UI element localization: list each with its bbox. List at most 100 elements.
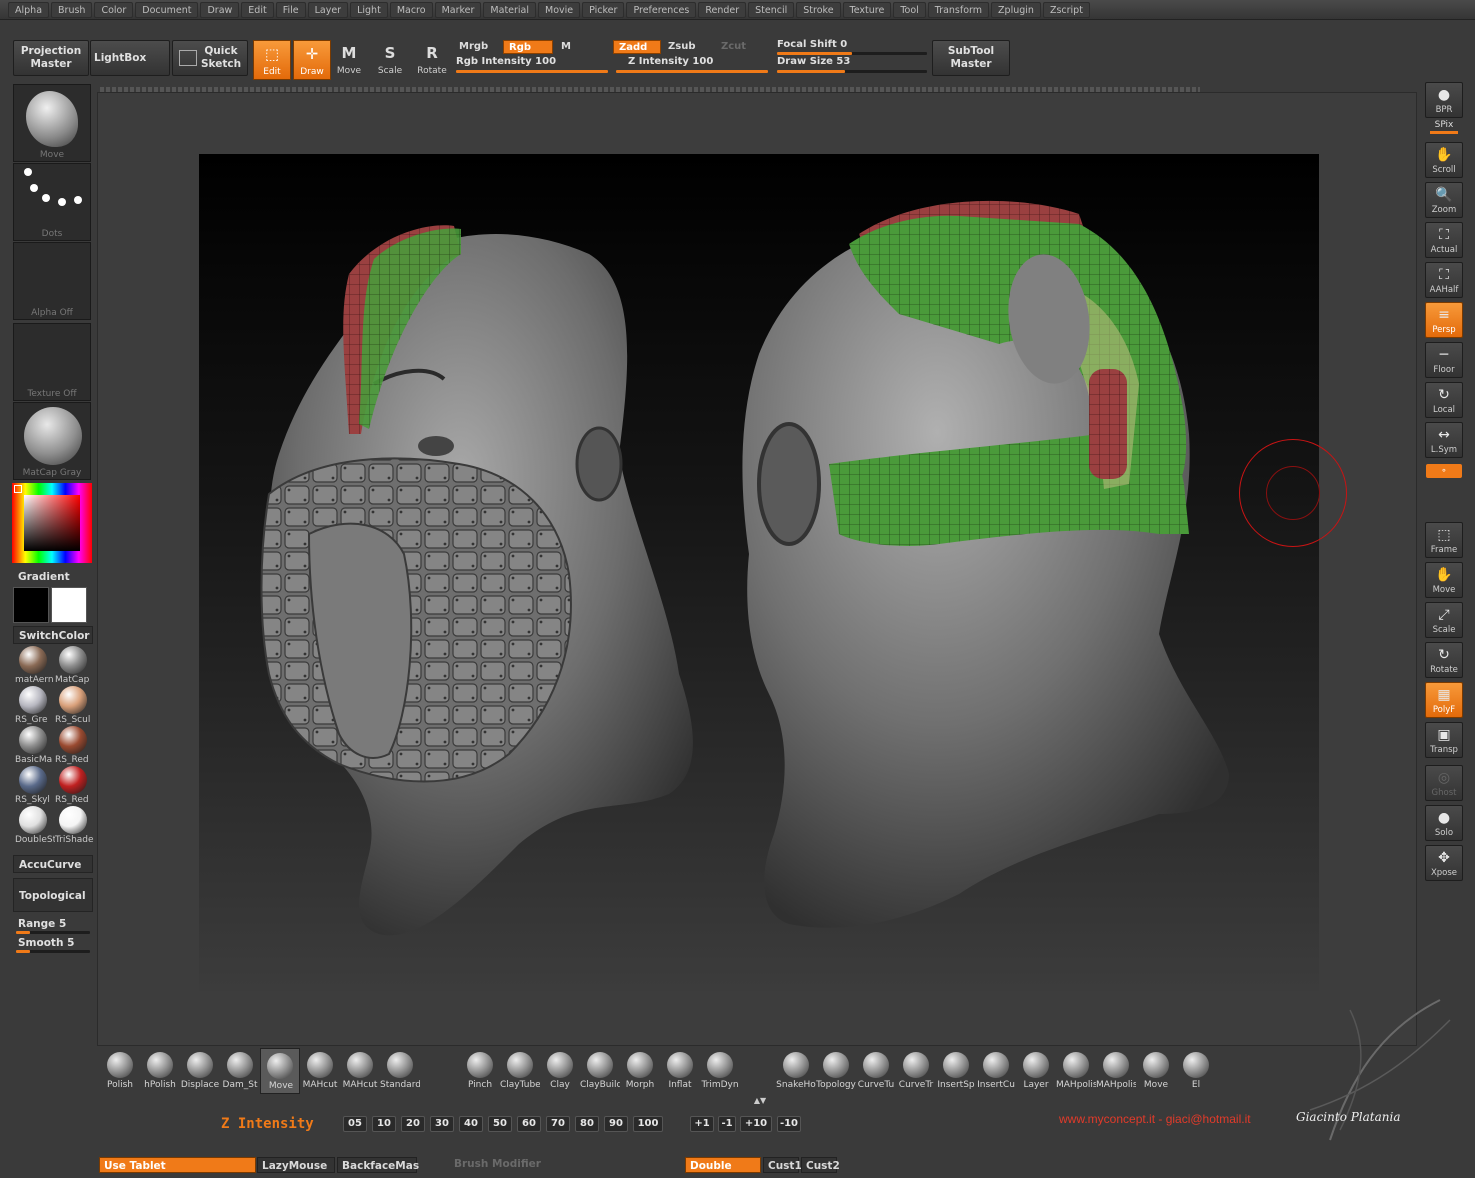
gradient-toggle[interactable]: Gradient bbox=[13, 568, 93, 586]
z-preset-90-button[interactable]: 90 bbox=[604, 1116, 628, 1132]
shelf-scale-button[interactable]: ⤢ Scale bbox=[1425, 602, 1463, 638]
menu-file[interactable]: File bbox=[275, 1, 306, 18]
material-0-icon[interactable] bbox=[19, 646, 47, 674]
menu-alpha[interactable]: Alpha bbox=[8, 1, 50, 18]
shelf-move-button[interactable]: ✋ Move bbox=[1425, 562, 1463, 598]
brush-standard-button[interactable]: Standard bbox=[380, 1048, 420, 1094]
brush-hpolish-button[interactable]: hPolish bbox=[140, 1048, 180, 1094]
brush-trimdyn-button[interactable]: TrimDyn bbox=[700, 1048, 740, 1094]
z-step-3-button[interactable]: -10 bbox=[777, 1116, 801, 1132]
scale-button[interactable]: S Scale bbox=[371, 40, 409, 80]
shelf-scroll-button[interactable]: ✋ Scroll bbox=[1425, 142, 1463, 178]
subtool-master-button[interactable]: SubTool Master bbox=[932, 40, 1010, 76]
material-8-icon[interactable] bbox=[19, 806, 47, 834]
shelf-collapse-icon[interactable]: ▲▼ bbox=[748, 1097, 772, 1105]
smooth-track[interactable] bbox=[16, 950, 90, 953]
shelf-bpr-button[interactable]: ● BPR bbox=[1425, 82, 1463, 118]
brush-curvetr-button[interactable]: CurveTr bbox=[896, 1048, 936, 1094]
brush-morph-button[interactable]: Morph bbox=[620, 1048, 660, 1094]
m-toggle[interactable]: M bbox=[556, 40, 606, 54]
menu-render[interactable]: Render bbox=[698, 1, 747, 18]
brush-claytube-button[interactable]: ClayTube bbox=[500, 1048, 540, 1094]
primary-color-swatch[interactable] bbox=[13, 587, 49, 623]
brush-dam_st-button[interactable]: Dam_St bbox=[220, 1048, 260, 1094]
shelf-lsym-button[interactable]: ↔ L.Sym bbox=[1425, 422, 1463, 458]
draw-size-slider[interactable] bbox=[777, 70, 927, 73]
z-preset-20-button[interactable]: 20 bbox=[401, 1116, 425, 1132]
z-step-1-button[interactable]: -1 bbox=[718, 1116, 736, 1132]
edit-button[interactable]: ⬚ Edit bbox=[253, 40, 291, 80]
z-preset-05-button[interactable]: 05 bbox=[343, 1116, 367, 1132]
menu-transform[interactable]: Transform bbox=[927, 1, 990, 18]
menu-marker[interactable]: Marker bbox=[434, 1, 482, 18]
shelf-zoom-button[interactable]: 🔍 Zoom bbox=[1425, 182, 1463, 218]
brush-curvetu-button[interactable]: CurveTu bbox=[856, 1048, 896, 1094]
z-preset-60-button[interactable]: 60 bbox=[517, 1116, 541, 1132]
brush-inflat-button[interactable]: Inflat bbox=[660, 1048, 700, 1094]
spix-slider[interactable]: SPix bbox=[1426, 120, 1462, 135]
shelf-solo-button[interactable]: ● Solo bbox=[1425, 805, 1463, 841]
brush-polish-button[interactable]: Polish bbox=[100, 1048, 140, 1094]
z-preset-50-button[interactable]: 50 bbox=[488, 1116, 512, 1132]
rotate-button[interactable]: R Rotate bbox=[413, 40, 451, 80]
menu-stencil[interactable]: Stencil bbox=[748, 1, 795, 18]
shelf-actual-button[interactable]: ⛶ Actual bbox=[1425, 222, 1463, 258]
current-brush-slot[interactable]: Move bbox=[13, 84, 91, 162]
quick-sketch-button[interactable]: Quick Sketch bbox=[172, 40, 248, 76]
z-preset-30-button[interactable]: 30 bbox=[430, 1116, 454, 1132]
focal-shift-slider[interactable] bbox=[777, 52, 927, 55]
menu-tool[interactable]: Tool bbox=[893, 1, 926, 18]
menu-draw[interactable]: Draw bbox=[200, 1, 240, 18]
accucurve-button[interactable]: AccuCurve bbox=[13, 855, 93, 873]
z-preset-10-button[interactable]: 10 bbox=[372, 1116, 396, 1132]
material-2-icon[interactable] bbox=[19, 686, 47, 714]
brush-claybuild-button[interactable]: ClayBuild bbox=[580, 1048, 620, 1094]
menu-movie[interactable]: Movie bbox=[538, 1, 581, 18]
shelf-xpose-button[interactable]: ✥ Xpose bbox=[1425, 845, 1463, 881]
rgb-toggle[interactable]: Rgb bbox=[503, 40, 553, 54]
document-scrollbar[interactable] bbox=[100, 87, 1200, 92]
projection-master-button[interactable]: Projection Master bbox=[13, 40, 89, 76]
move-button[interactable]: M Move bbox=[330, 40, 368, 80]
brush-move-button[interactable]: Move bbox=[260, 1048, 300, 1094]
shelf-floor-button[interactable]: ─ Floor bbox=[1425, 342, 1463, 378]
brush-el-button[interactable]: El bbox=[1176, 1048, 1216, 1094]
z-preset-100-button[interactable]: 100 bbox=[633, 1116, 663, 1132]
brush-mahcut-button[interactable]: MAHcut bbox=[300, 1048, 340, 1094]
brush-mahcut-button[interactable]: MAHcut bbox=[340, 1048, 380, 1094]
shelf-ghost-button[interactable]: ◎ Ghost bbox=[1425, 765, 1463, 801]
double-button[interactable]: Double bbox=[685, 1157, 761, 1173]
menu-light[interactable]: Light bbox=[350, 1, 388, 18]
menu-brush[interactable]: Brush bbox=[51, 1, 93, 18]
brush-snakeho-button[interactable]: SnakeHo bbox=[776, 1048, 816, 1094]
zsub-toggle[interactable]: Zsub bbox=[663, 40, 713, 54]
color-picker-square[interactable] bbox=[24, 495, 80, 551]
brush-move-button[interactable]: Move bbox=[1136, 1048, 1176, 1094]
lightbox-button[interactable]: LightBox bbox=[90, 40, 170, 76]
material-1-icon[interactable] bbox=[59, 646, 87, 674]
shelf-frame-button[interactable]: ⬚ Frame bbox=[1425, 522, 1463, 558]
topological-button[interactable]: Topological bbox=[13, 878, 93, 912]
menu-zplugin[interactable]: Zplugin bbox=[991, 1, 1041, 18]
shelf-local-button[interactable]: ↻ Local bbox=[1425, 382, 1463, 418]
brush-mahpolis-button[interactable]: MAHpolis bbox=[1056, 1048, 1096, 1094]
z-step-0-button[interactable]: +1 bbox=[690, 1116, 714, 1132]
texture-slot[interactable]: Texture Off bbox=[13, 323, 91, 401]
cust2-button[interactable]: Cust2 bbox=[801, 1157, 840, 1173]
menu-stroke[interactable]: Stroke bbox=[796, 1, 841, 18]
z-preset-80-button[interactable]: 80 bbox=[575, 1116, 599, 1132]
zcut-toggle[interactable]: Zcut bbox=[716, 40, 766, 54]
brush-displace-button[interactable]: Displace bbox=[180, 1048, 220, 1094]
brush-mahpolis-button[interactable]: MAHpolis bbox=[1096, 1048, 1136, 1094]
brush-layer-button[interactable]: Layer bbox=[1016, 1048, 1056, 1094]
z-intensity-slider[interactable] bbox=[616, 70, 768, 73]
color-picker[interactable] bbox=[12, 483, 92, 563]
brush-insertcu-button[interactable]: InsertCu bbox=[976, 1048, 1016, 1094]
menu-macro[interactable]: Macro bbox=[389, 1, 433, 18]
menu-document[interactable]: Document bbox=[135, 1, 199, 18]
material-3-icon[interactable] bbox=[59, 686, 87, 714]
shelf-rotate-button[interactable]: ↻ Rotate bbox=[1425, 642, 1463, 678]
mrgb-toggle[interactable]: Mrgb bbox=[454, 40, 502, 54]
brush-modifier-slider[interactable]: Brush Modifier bbox=[450, 1156, 580, 1172]
draw-button[interactable]: ✛ Draw bbox=[293, 40, 331, 80]
